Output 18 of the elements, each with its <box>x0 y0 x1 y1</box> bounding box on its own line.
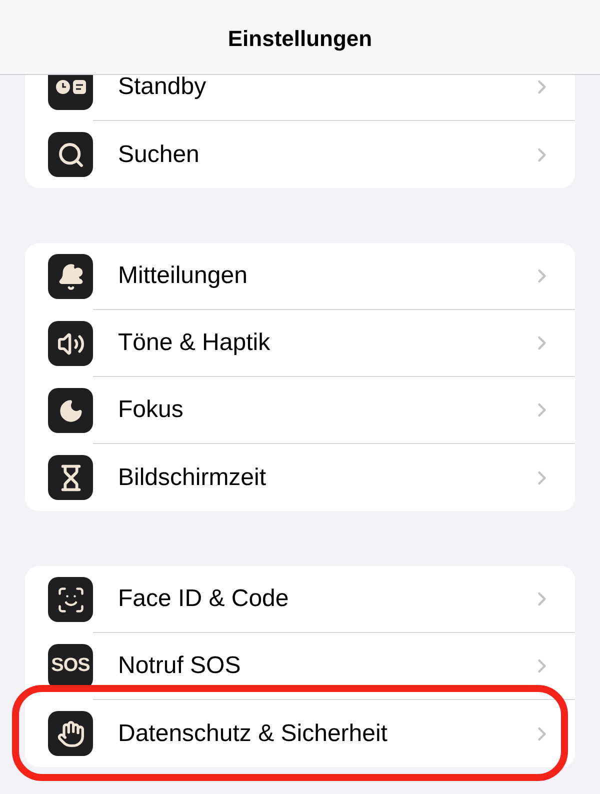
hourglass-icon <box>48 455 93 500</box>
hand-icon <box>48 711 93 756</box>
row-label: Face ID & Code <box>118 584 290 614</box>
bell-icon <box>48 254 93 299</box>
row-label: Datenschutz & Sicherheit <box>118 718 388 748</box>
search-icon <box>48 132 93 177</box>
moon-icon <box>48 388 93 433</box>
row-label: Standby <box>118 75 208 102</box>
row-label: Suchen <box>118 140 200 170</box>
row-label: Bildschirmzeit <box>118 462 268 492</box>
face-scan-icon <box>48 577 93 622</box>
row-label: Fokus <box>118 395 184 425</box>
screen-title: Einstellungen <box>228 25 372 53</box>
standby-icon <box>48 75 93 110</box>
row-label: Notruf SOS <box>118 651 242 681</box>
row-label: Töne & Haptik <box>118 328 272 358</box>
row-label: Mitteilungen <box>118 261 248 291</box>
speaker-icon <box>48 321 93 366</box>
